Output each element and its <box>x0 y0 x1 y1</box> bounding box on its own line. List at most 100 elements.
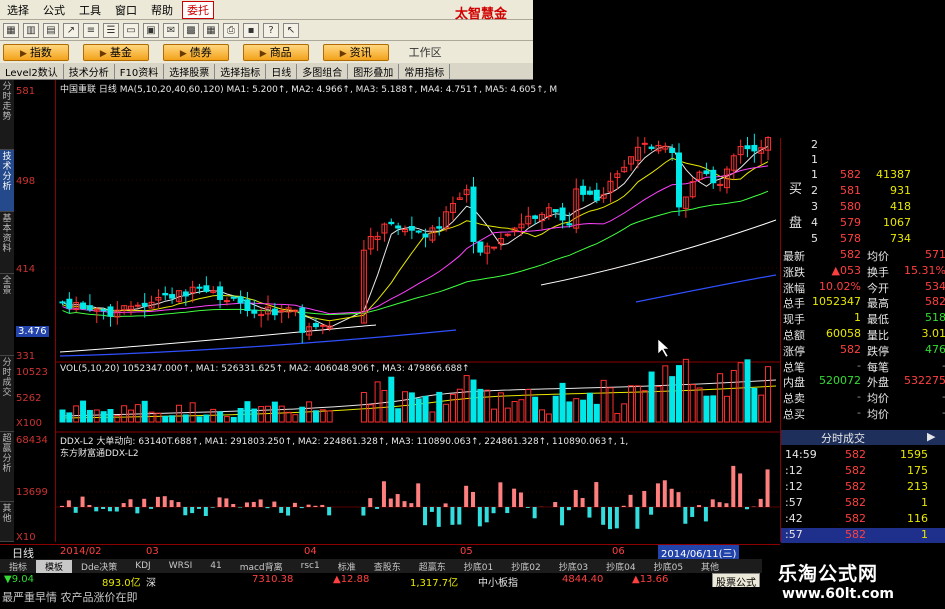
tab-fund[interactable]: ▶ 基金 <box>82 43 149 61</box>
list-icon[interactable]: ☰ <box>103 22 119 38</box>
indicator-tab[interactable]: 指标 <box>0 560 36 573</box>
ddx-bar <box>429 507 434 512</box>
stat-label: 最低 <box>867 313 889 327</box>
volume-bar <box>312 410 319 423</box>
vtab-panorama[interactable]: 全景 <box>0 274 14 356</box>
indicator-tab[interactable]: 41 <box>201 561 230 571</box>
menu-item-help[interactable]: 帮助 <box>144 2 180 18</box>
window-icon[interactable]: ▭ <box>123 22 139 38</box>
volume-bar <box>93 409 100 423</box>
tab-commodity[interactable]: ▶ 商品 <box>242 43 309 61</box>
menu-item-select[interactable]: 选择 <box>0 2 36 18</box>
stat-value: 518 <box>925 311 945 325</box>
ddx-bar <box>464 485 469 507</box>
volume-bar <box>155 412 162 423</box>
vtab-technical[interactable]: 技术分析 <box>0 150 14 212</box>
func-f10[interactable]: F10资料 <box>115 63 165 79</box>
indicator-tab[interactable]: 抄底05 <box>645 560 692 573</box>
buy-level: 4 <box>811 216 818 229</box>
tab-bond-label: 债券 <box>189 45 212 59</box>
indicator-tab[interactable]: 抄底03 <box>550 560 597 573</box>
indicator-tab[interactable]: 超赢东 <box>410 560 455 573</box>
save-icon[interactable]: ▪ <box>243 22 259 38</box>
kline-chart-area[interactable]: 中国重联 日线 MA(5,10,20,40,60,120) MA1: 5.200… <box>56 80 780 542</box>
func-overlay[interactable]: 图形叠加 <box>348 63 400 79</box>
workarea-label[interactable]: 工作区 <box>403 44 448 60</box>
ddx-bar <box>66 500 71 507</box>
indicator-tab[interactable]: 其他 <box>692 560 728 573</box>
tab-news[interactable]: ▶ 资讯 <box>322 43 389 61</box>
func-daily[interactable]: 日线 <box>266 63 298 79</box>
indicator-tab[interactable]: Dde决策 <box>72 560 126 573</box>
volume-bar <box>134 404 141 423</box>
tab-index[interactable]: ▶ 指数 <box>3 43 69 61</box>
candle-body <box>669 147 676 154</box>
grid-icon[interactable]: ▦ <box>3 22 19 38</box>
ddx-bar <box>265 507 270 509</box>
indicator-tab[interactable]: 抄底01 <box>455 560 502 573</box>
news-icon[interactable]: ✉ <box>163 22 179 38</box>
indicator-tab[interactable]: 标准 <box>329 560 365 573</box>
pointer-icon[interactable]: ↖ <box>283 22 299 38</box>
ddx-bar <box>210 507 215 508</box>
candle-body <box>271 308 278 316</box>
ddx-bar <box>608 507 612 530</box>
vtab-intraday-trades[interactable]: 分时成交 <box>0 356 14 432</box>
menu-item-tools[interactable]: 工具 <box>72 2 108 18</box>
indicator-tab[interactable]: 抄底02 <box>502 560 549 573</box>
func-level2[interactable]: Level2数认 <box>0 63 64 79</box>
stat-value: 582 <box>840 248 861 261</box>
vtab-intraday[interactable]: 分时走势 <box>0 80 14 150</box>
func-tech-analysis[interactable]: 技术分析 <box>64 63 115 79</box>
indicator-tab[interactable]: 查股东 <box>365 560 410 573</box>
volume-bar <box>388 376 395 423</box>
buy-price: 580 <box>840 200 861 213</box>
vtab-super-analysis[interactable]: 超赢分析 <box>0 432 14 502</box>
trend-icon[interactable]: ↗ <box>63 22 79 38</box>
news-ticker[interactable]: 最严重早情 农产品涨价在即 <box>0 587 780 609</box>
tab-bond[interactable]: ▶ 债券 <box>162 43 229 61</box>
stack-icon[interactable]: ≡ <box>83 22 99 38</box>
candle-body <box>744 145 751 150</box>
category-tabs: ▶ 指数 ▶ 基金 ▶ 债券 ▶ 商品 ▶ 资讯 工作区 <box>0 41 533 63</box>
menu-item-trade[interactable]: 委托 <box>182 0 214 19</box>
ddx-bar <box>388 498 393 507</box>
menu-item-formula[interactable]: 公式 <box>36 2 72 18</box>
ddx-bar <box>436 507 441 527</box>
calc-icon[interactable]: ▩ <box>183 22 199 38</box>
buy-level: 2 <box>811 184 818 197</box>
chart-icon[interactable]: ▤ <box>43 22 59 38</box>
print-icon[interactable]: ⎙ <box>223 22 239 38</box>
func-select-stock[interactable]: 选择股票 <box>164 63 216 79</box>
indicator-tab[interactable]: 抄底04 <box>597 560 644 573</box>
buy-level: 5 <box>811 232 818 245</box>
table-icon[interactable]: ▦ <box>203 22 219 38</box>
menu-item-window[interactable]: 窗口 <box>108 2 144 18</box>
func-common-indicators[interactable]: 常用指标 <box>399 63 451 79</box>
trades-header[interactable]: 分时成交 ▶ <box>781 430 945 445</box>
ddx-bar <box>238 507 243 508</box>
func-select-indicator[interactable]: 选择指标 <box>215 63 267 79</box>
vtab-other[interactable]: 其他 <box>0 502 14 542</box>
layout-icon[interactable]: ▣ <box>143 22 159 38</box>
indicator-tab[interactable]: 模板 <box>36 559 73 573</box>
tab-index-label: 指数 <box>29 45 52 59</box>
volume-bar <box>525 388 532 423</box>
ddx-bar <box>717 502 722 507</box>
stat-label: 跌停 <box>867 344 889 358</box>
indicator-tab[interactable]: WRSI <box>160 561 202 571</box>
stat-label: 总额 <box>783 329 805 342</box>
indicator-tab[interactable]: KDJ <box>126 561 160 571</box>
func-multi-chart[interactable]: 多图组合 <box>297 63 349 79</box>
ddx-bar <box>60 505 64 507</box>
ddx-bar <box>409 503 414 507</box>
indicator-tab[interactable]: macd背离 <box>231 560 292 573</box>
indicator-tab[interactable]: rsc1 <box>292 561 329 571</box>
candle-body <box>100 309 107 312</box>
vtab-fundamentals[interactable]: 基本资料 <box>0 212 14 274</box>
help-icon[interactable]: ? <box>263 22 279 38</box>
ddx-bar <box>203 507 208 516</box>
volume-bar <box>114 415 121 423</box>
trading-app-window: 选择 公式 工具 窗口 帮助 委托 太智慧金 ▦ ▥ ▤ ↗ ≡ ☰ ▭ ▣ ✉… <box>0 0 945 609</box>
bars-icon[interactable]: ▥ <box>23 22 39 38</box>
